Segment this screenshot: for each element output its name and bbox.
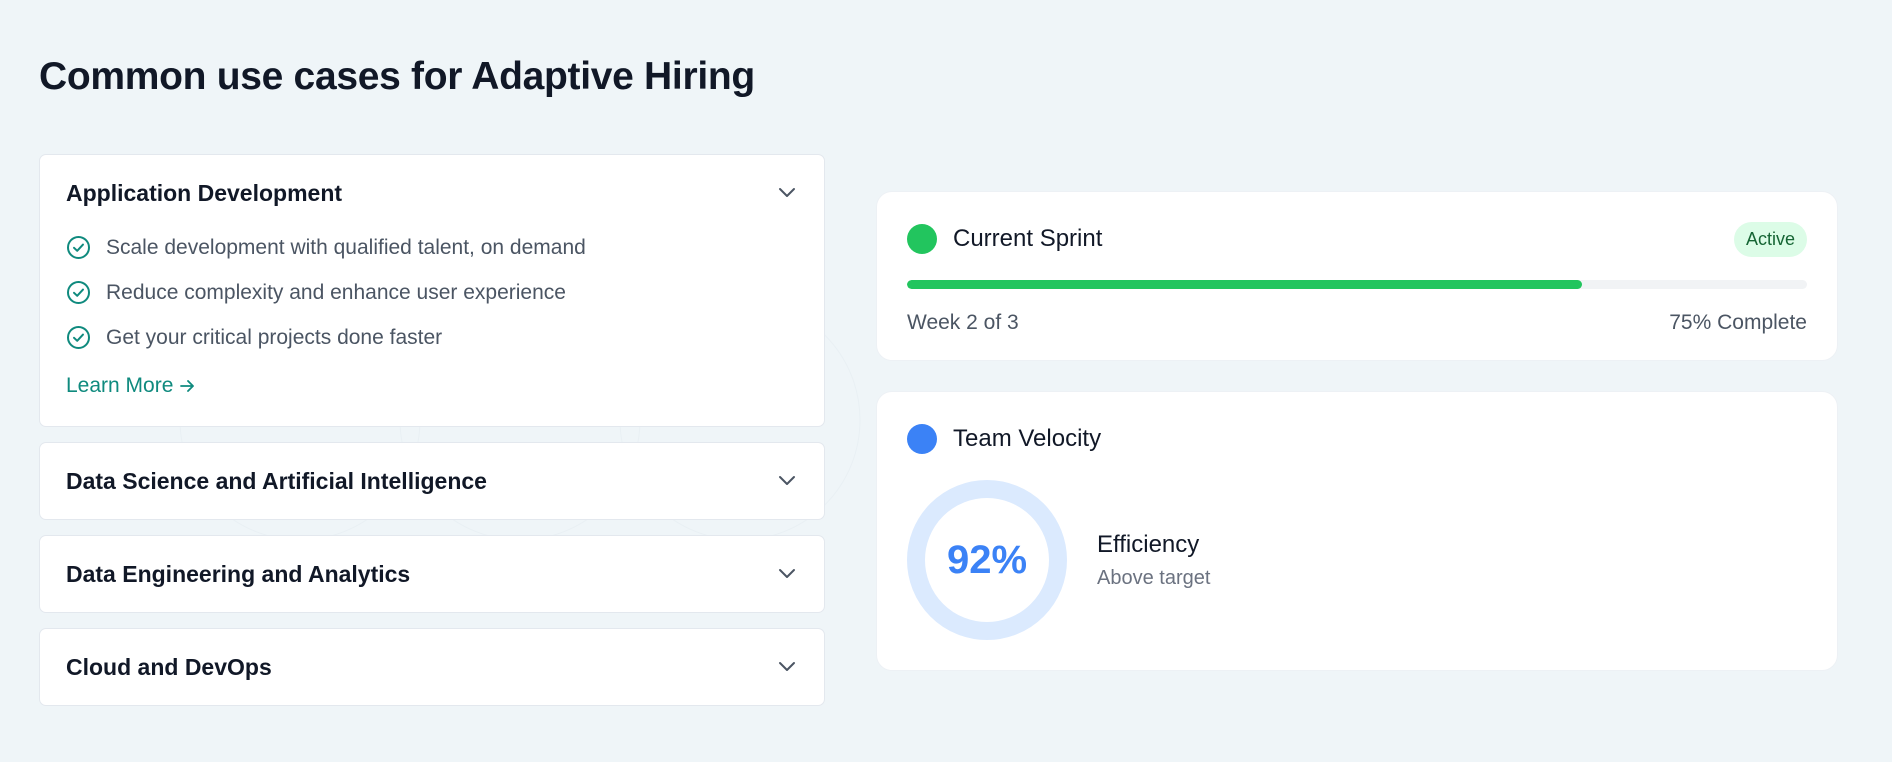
accordion-item-data-science: Data Science and Artificial Intelligence <box>39 442 825 520</box>
velocity-card-header: Team Velocity <box>907 422 1807 456</box>
page-title: Common use cases for Adaptive Hiring <box>39 55 755 98</box>
feature-text: Reduce complexity and enhance user exper… <box>106 280 566 304</box>
accordion-title: Application Development <box>66 179 343 206</box>
efficiency-text: Efficiency Above target <box>1097 531 1210 590</box>
check-circle-icon <box>66 280 91 305</box>
status-dot <box>907 424 937 454</box>
arrow-right-icon <box>179 378 195 394</box>
sprint-card-header: Current Sprint Active <box>907 221 1807 257</box>
current-sprint-card: Current Sprint Active Week 2 of 3 75% Co… <box>876 191 1838 361</box>
accordion-header-application-development[interactable]: Application Development <box>40 155 824 231</box>
learn-more-label: Learn More <box>66 374 174 397</box>
chevron-down-icon <box>776 470 798 492</box>
week-label: Week 2 of 3 <box>907 311 1019 334</box>
efficiency-value: 92% <box>946 537 1028 582</box>
check-circle-icon <box>66 235 91 260</box>
velocity-body: 92% Efficiency Above target <box>907 480 1807 640</box>
sprint-progress-fill <box>907 280 1582 289</box>
accordion-title: Data Engineering and Analytics <box>66 560 411 587</box>
team-velocity-card: Team Velocity 92% Efficiency Above targe… <box>876 391 1838 671</box>
accordion-item-application-development: Application Development Scale developmen… <box>39 154 825 427</box>
efficiency-sublabel: Above target <box>1097 566 1211 589</box>
feature-text: Get your critical projects done faster <box>106 325 443 349</box>
accordion-header-data-engineering[interactable]: Data Engineering and Analytics <box>40 536 824 612</box>
feature-item: Scale development with qualified talent,… <box>66 225 798 270</box>
chevron-down-icon <box>776 563 798 585</box>
sprint-title: Current Sprint <box>953 225 1103 252</box>
check-circle-icon <box>66 325 91 350</box>
learn-more-link[interactable]: Learn More <box>66 374 195 398</box>
complete-label: 75% Complete <box>1669 311 1807 334</box>
status-dot <box>907 224 937 254</box>
efficiency-label: Efficiency <box>1097 530 1200 558</box>
feature-item: Get your critical projects done faster <box>66 315 798 360</box>
page: Common use cases for Adaptive Hiring App… <box>0 0 1892 762</box>
accordion-header-cloud-devops[interactable]: Cloud and DevOps <box>40 629 824 705</box>
status-badge: Active <box>1733 221 1807 257</box>
accordion-title: Cloud and DevOps <box>66 653 272 680</box>
chevron-down-icon <box>776 182 798 204</box>
feature-item: Reduce complexity and enhance user exper… <box>66 270 798 315</box>
efficiency-ring: 92% <box>907 480 1067 640</box>
feature-text: Scale development with qualified talent,… <box>106 235 586 259</box>
sprint-progress-meta: Week 2 of 3 75% Complete <box>907 311 1807 335</box>
sprint-progress-bar <box>907 280 1807 289</box>
accordion-title: Data Science and Artificial Intelligence <box>66 467 487 494</box>
use-cases-accordion: Application Development Scale developmen… <box>39 154 825 721</box>
chevron-down-icon <box>776 656 798 678</box>
velocity-title: Team Velocity <box>953 425 1102 452</box>
accordion-item-data-engineering: Data Engineering and Analytics <box>39 535 825 613</box>
accordion-header-data-science[interactable]: Data Science and Artificial Intelligence <box>40 443 824 519</box>
accordion-body: Scale development with qualified talent,… <box>40 225 824 426</box>
accordion-item-cloud-devops: Cloud and DevOps <box>39 628 825 706</box>
